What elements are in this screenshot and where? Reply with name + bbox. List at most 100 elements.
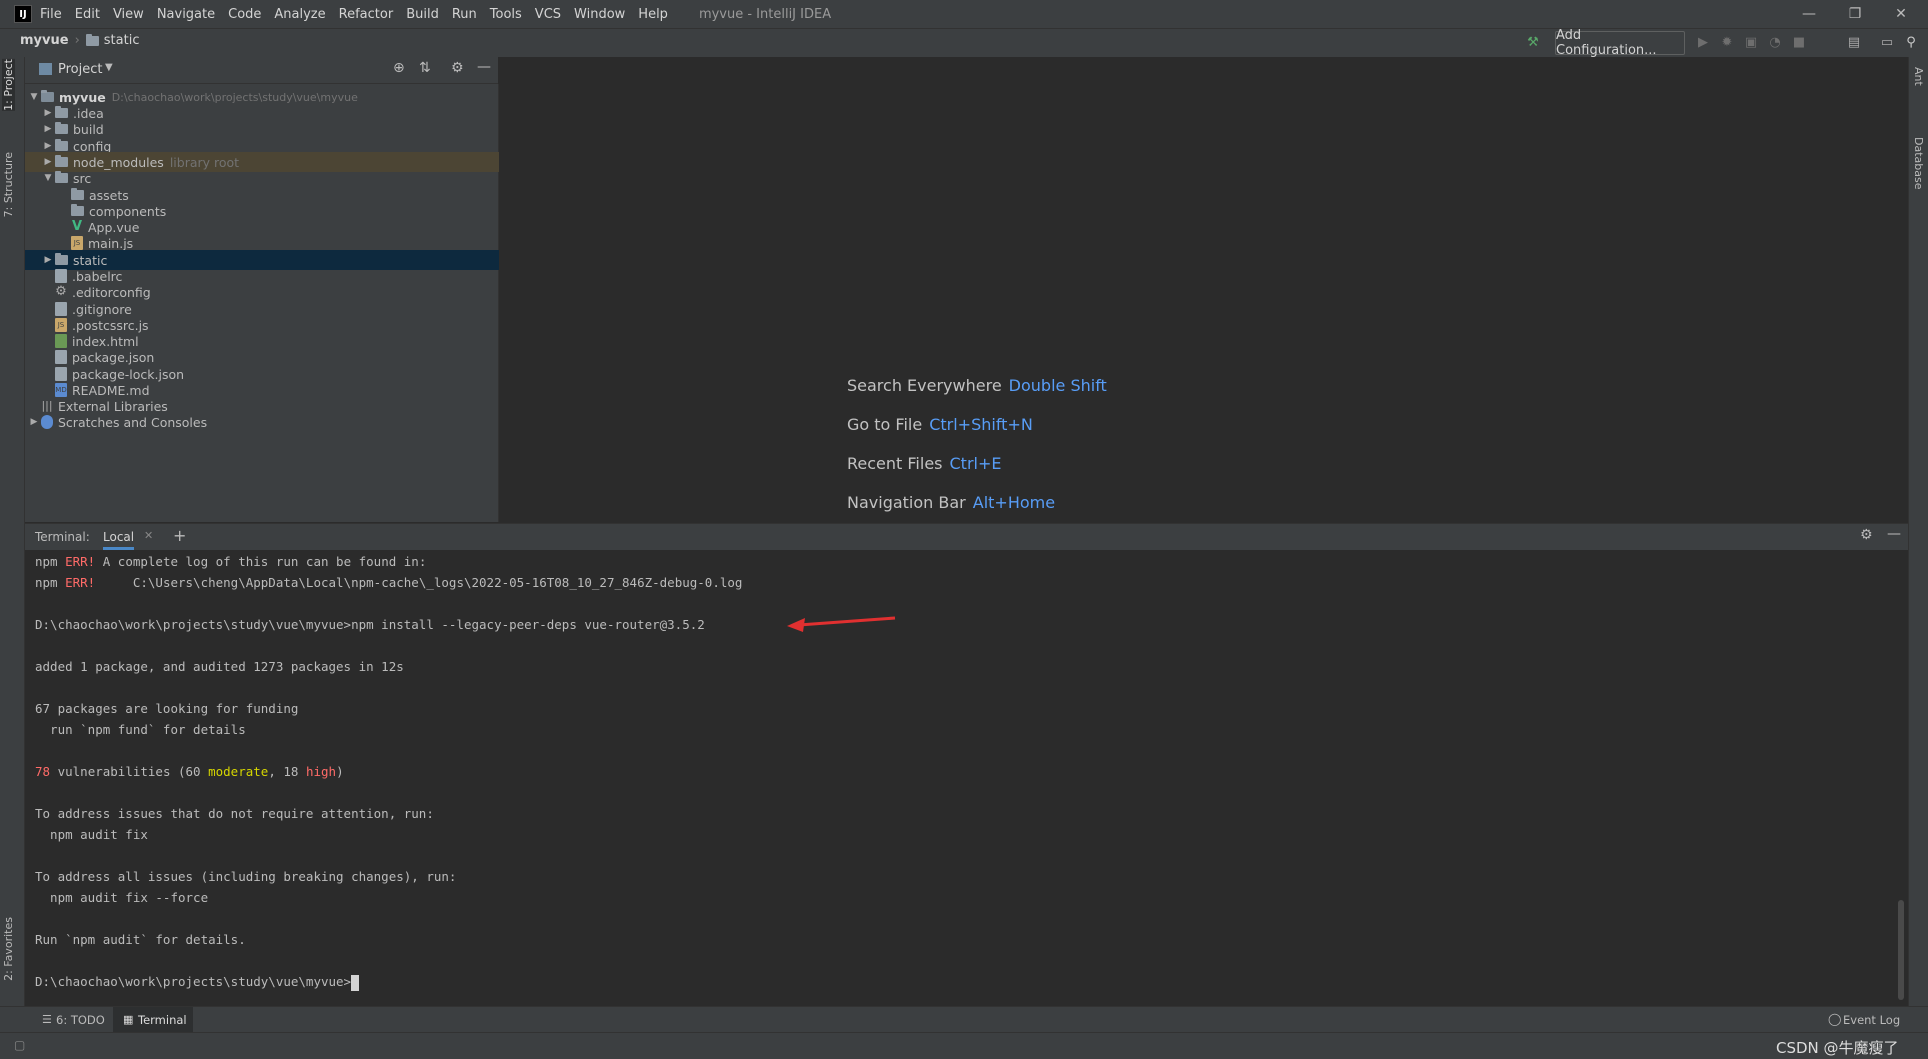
- close-tab-icon[interactable]: ✕: [144, 529, 153, 542]
- collapsed-arrow-icon[interactable]: ▶: [41, 255, 55, 265]
- breadcrumb-folder[interactable]: static: [104, 33, 140, 48]
- collapsed-arrow-icon[interactable]: ▶: [41, 157, 55, 167]
- module-folder-icon: [41, 90, 54, 102]
- editor-empty-area: [499, 57, 1908, 522]
- intellij-logo-icon: IJ: [14, 5, 32, 23]
- folder-icon: [85, 33, 99, 46]
- html-file-icon: [55, 334, 67, 348]
- stop-icon[interactable]: ■: [1790, 33, 1808, 51]
- project-view-selector[interactable]: Project: [58, 62, 102, 77]
- tree-item-label: src: [73, 170, 92, 186]
- gear-icon[interactable]: ⚙: [451, 60, 464, 76]
- layout-icon[interactable]: ▭: [1878, 33, 1896, 51]
- collapsed-arrow-icon[interactable]: ▶: [41, 141, 55, 151]
- chevron-down-icon[interactable]: ▼: [105, 62, 113, 73]
- menu-view[interactable]: View: [113, 7, 144, 22]
- menu-file[interactable]: File: [40, 7, 62, 22]
- profile-icon[interactable]: ◔: [1766, 33, 1784, 51]
- menu-window[interactable]: Window: [574, 7, 625, 22]
- menu-analyze[interactable]: Analyze: [274, 7, 325, 22]
- tree-item-label: Scratches and Consoles: [58, 414, 208, 430]
- locate-icon[interactable]: ⊕: [393, 60, 405, 76]
- menu-code[interactable]: Code: [228, 7, 261, 22]
- tab-todo[interactable]: 6: TODO: [56, 1013, 105, 1027]
- event-log-icon: ◯: [1828, 1012, 1842, 1026]
- new-tab-plus-icon[interactable]: +: [173, 526, 186, 545]
- tab-ant[interactable]: Ant: [1912, 67, 1925, 86]
- folder-icon: [55, 139, 68, 151]
- hide-panel-icon[interactable]: —: [477, 59, 491, 75]
- menu-edit[interactable]: Edit: [75, 7, 100, 22]
- tab-project[interactable]: 1: Project: [2, 59, 15, 111]
- add-configuration-button[interactable]: Add Configuration...: [1555, 28, 1685, 58]
- tip-go-to-file: Go to File Ctrl+Shift+N: [847, 415, 1033, 434]
- folder-icon: [55, 122, 68, 134]
- gear-icon[interactable]: ⚙: [1860, 527, 1873, 543]
- event-log-button[interactable]: Event Log: [1843, 1013, 1900, 1027]
- tab-local[interactable]: Local: [103, 530, 135, 550]
- menu-refactor[interactable]: Refactor: [339, 7, 394, 22]
- scratches-icon: [41, 415, 53, 429]
- library-icon: |||: [41, 399, 53, 412]
- terminal-line: npm ERR! A complete log of this run can …: [35, 554, 427, 569]
- expanded-arrow-icon[interactable]: ▼: [27, 92, 41, 102]
- terminal-line: added 1 package, and audited 1273 packag…: [35, 659, 404, 674]
- json-file-icon: [55, 367, 67, 381]
- project-panel-header: Project ▼ ⊕ ⇅ ⚙ —: [25, 57, 498, 84]
- toggle-tool-windows-icon[interactable]: ▢: [14, 1038, 25, 1052]
- tree-item-label: build: [73, 121, 104, 137]
- tip-label: Recent Files: [847, 454, 943, 473]
- tip-shortcut: Alt+Home: [972, 493, 1056, 512]
- csdn-watermark: CSDN @牛魔瘦了: [1776, 1039, 1899, 1057]
- collapse-all-icon[interactable]: ⇅: [419, 60, 431, 76]
- menu-navigate[interactable]: Navigate: [157, 7, 215, 22]
- search-icon[interactable]: ⚲: [1902, 33, 1920, 51]
- tab-terminal[interactable]: Terminal: [138, 1013, 187, 1027]
- collapsed-arrow-icon[interactable]: ▶: [41, 124, 55, 134]
- tab-database[interactable]: Database: [1912, 137, 1925, 190]
- terminal-line: To address all issues (including breakin…: [35, 869, 457, 884]
- terminal-line: 78 vulnerabilities (60 moderate, 18 high…: [35, 764, 344, 779]
- build-hammer-icon[interactable]: ⚒: [1524, 33, 1542, 51]
- folder-icon: [55, 171, 68, 183]
- collapsed-arrow-icon[interactable]: ▶: [27, 417, 41, 427]
- window-title: myvue - IntelliJ IDEA: [698, 6, 832, 22]
- run-icon[interactable]: ▶: [1694, 33, 1712, 51]
- folder-icon: [71, 188, 84, 200]
- coverage-icon[interactable]: ▣: [1742, 33, 1760, 51]
- close-icon[interactable]: ✕: [1878, 0, 1924, 28]
- expanded-arrow-icon[interactable]: ▼: [41, 173, 55, 183]
- project-view-icon: [39, 63, 52, 75]
- tree-item-label: .editorconfig: [72, 284, 151, 300]
- folder-icon: [55, 106, 68, 118]
- restore-icon[interactable]: ❐: [1832, 0, 1878, 28]
- terminal-line: run `npm fund` for details: [35, 722, 246, 737]
- menu-build[interactable]: Build: [406, 7, 439, 22]
- breadcrumb: myvue › static: [20, 33, 139, 48]
- breadcrumb-project[interactable]: myvue: [20, 33, 69, 48]
- debug-icon[interactable]: ✹: [1718, 33, 1736, 51]
- tip-label: Search Everywhere: [847, 376, 1002, 395]
- menu-run[interactable]: Run: [452, 7, 477, 22]
- minimize-icon[interactable]: —: [1786, 0, 1832, 28]
- collapsed-arrow-icon[interactable]: ▶: [41, 108, 55, 118]
- menu-help[interactable]: Help: [638, 7, 668, 22]
- tab-favorites[interactable]: 2: Favorites: [2, 917, 15, 981]
- config-file-icon: [55, 269, 67, 283]
- menu-tools[interactable]: Tools: [490, 7, 522, 22]
- terminal-line: To address issues that do not require at…: [35, 806, 434, 821]
- terminal-label: Terminal:: [35, 530, 90, 544]
- tree-row[interactable]: ▶ Scratches and Consoles: [25, 412, 500, 432]
- tip-label: Navigation Bar: [847, 493, 966, 512]
- terminal-scrollbar[interactable]: [1898, 900, 1904, 1000]
- tab-structure[interactable]: 7: Structure: [2, 152, 15, 217]
- project-structure-icon[interactable]: ▤: [1845, 33, 1863, 51]
- hide-panel-icon[interactable]: —: [1887, 526, 1901, 542]
- todo-list-icon: ☰: [42, 1013, 52, 1026]
- tree-root-path: D:\chaochao\work\projects\study\vue\myvu…: [111, 90, 358, 104]
- terminal-output[interactable]: npm ERR! A complete log of this run can …: [25, 550, 1908, 1006]
- menu-vcs[interactable]: VCS: [535, 7, 561, 22]
- tip-label: Go to File: [847, 415, 923, 434]
- terminal-line: Run `npm audit` for details.: [35, 932, 246, 947]
- terminal-header: Terminal: Local ✕ + ⚙ —: [25, 523, 1908, 551]
